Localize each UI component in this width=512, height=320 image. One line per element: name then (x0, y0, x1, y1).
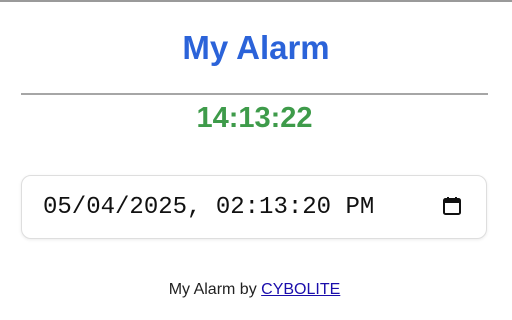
cybolite-link[interactable]: CYBOLITE (261, 281, 340, 298)
current-time: 14:13:22 (196, 102, 313, 134)
divider (21, 93, 488, 95)
page-title: My Alarm (182, 29, 330, 66)
top-border (0, 0, 512, 2)
footer-text: My Alarm by (168, 281, 257, 298)
calendar-icon[interactable] (442, 196, 462, 216)
alarm-datetime-value[interactable]: 05/04/2025, 02:13:20 PM (43, 192, 374, 224)
alarm-datetime-input[interactable]: 05/04/2025, 02:13:20 PM (21, 175, 487, 239)
footer: My Alarm by CYBOLITE (0, 280, 509, 300)
